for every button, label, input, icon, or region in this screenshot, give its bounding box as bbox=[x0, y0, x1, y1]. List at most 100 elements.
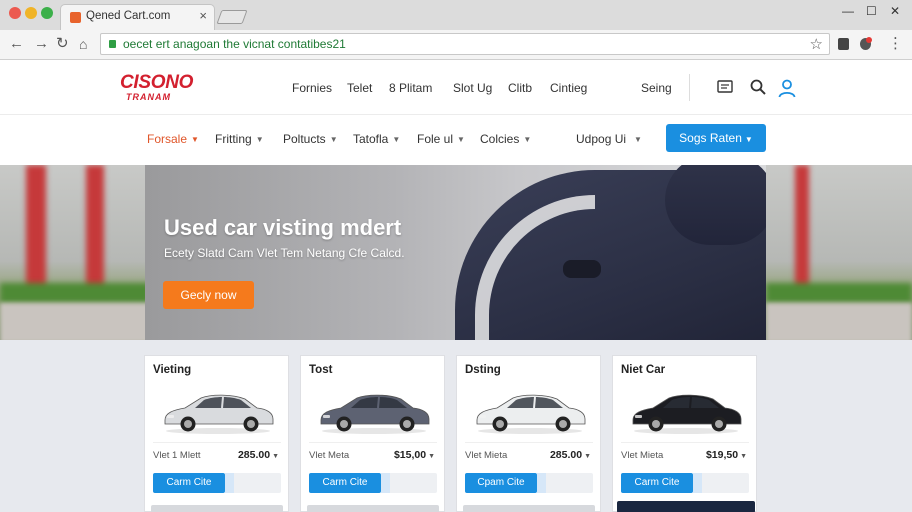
minimize-window-dot[interactable] bbox=[25, 7, 37, 19]
bookmark-star-icon[interactable]: ☆ bbox=[810, 35, 823, 53]
cta-label: Sogs Raten bbox=[679, 131, 742, 145]
listing-button-extension[interactable] bbox=[225, 473, 281, 493]
category-label: Tatofla bbox=[353, 132, 389, 146]
listing-meta: Vlet 1 Mlett bbox=[153, 450, 201, 461]
primary-cta-button[interactable]: Sogs Raten ▼ bbox=[666, 124, 766, 152]
category-item[interactable]: Poltucts ▼ bbox=[283, 132, 338, 146]
car-image bbox=[320, 394, 430, 434]
category-label: Fritting bbox=[215, 132, 252, 146]
seat-headrest bbox=[665, 165, 766, 245]
listing-card[interactable]: Tost Vlet Meta $15,00 ▼ Carm Cite bbox=[300, 355, 445, 512]
category-item[interactable]: Tatofla ▼ bbox=[353, 132, 400, 146]
card-divider bbox=[621, 442, 749, 443]
listing-title: Niet Car bbox=[621, 364, 666, 376]
listing-button-extension[interactable] bbox=[537, 473, 593, 493]
maximize-window-dot[interactable] bbox=[41, 7, 53, 19]
chevron-down-icon: ▼ bbox=[392, 135, 401, 144]
chevron-down-icon: ▼ bbox=[744, 135, 753, 144]
listing-title: Vieting bbox=[153, 364, 192, 376]
next-row-preview bbox=[307, 505, 439, 512]
price-value: $15,00 bbox=[393, 449, 427, 461]
listing-price: 285.00 ▼ bbox=[550, 449, 591, 461]
forward-arrow-icon[interactable]: → bbox=[34, 35, 49, 53]
category-item[interactable]: Fritting ▼ bbox=[215, 132, 264, 146]
new-tab-button[interactable] bbox=[216, 10, 248, 24]
notification-dot-icon bbox=[866, 37, 872, 43]
logo[interactable]: CISONO TRANAM bbox=[120, 72, 220, 102]
top-nav-item[interactable]: Clitb bbox=[508, 81, 532, 95]
next-row-preview bbox=[617, 501, 755, 512]
card-divider bbox=[465, 442, 593, 443]
chevron-down-icon: ▼ bbox=[523, 135, 532, 144]
chevron-down-icon: ▼ bbox=[584, 453, 591, 460]
listing-button[interactable]: Carm Cite bbox=[153, 473, 225, 493]
next-row-preview bbox=[151, 505, 283, 512]
category-label: Colcies bbox=[480, 132, 520, 146]
favicon-icon bbox=[70, 12, 81, 23]
top-nav-item[interactable]: Telet bbox=[347, 81, 372, 95]
minimize-button[interactable]: — bbox=[842, 4, 854, 18]
listing-button[interactable]: Carm Cite bbox=[309, 473, 381, 493]
back-arrow-icon[interactable]: ← bbox=[9, 35, 24, 53]
top-nav-item[interactable]: Slot Ug bbox=[453, 81, 492, 95]
chevron-down-icon: ▼ bbox=[740, 453, 747, 460]
category-nav: Forsale ▼ Fritting ▼ Poltucts ▼ Tatofla ▼ Fo… bbox=[0, 115, 912, 165]
listing-meta: Vlet Mieta bbox=[621, 450, 664, 461]
listing-price: $15,00 ▼ bbox=[394, 449, 435, 461]
listing-button-extension[interactable] bbox=[693, 473, 749, 493]
close-icon[interactable]: × bbox=[199, 8, 207, 23]
hero-title: Used car visting mdert bbox=[164, 215, 402, 240]
listing-button[interactable]: Carm Cite bbox=[621, 473, 693, 493]
top-nav-item[interactable]: Fornies bbox=[292, 81, 332, 95]
category-label: Poltucts bbox=[283, 132, 326, 146]
close-window-dot[interactable] bbox=[9, 7, 21, 19]
logo-wordmark: CISONO bbox=[120, 72, 194, 93]
browser-toolbar: ← → ↻ ⌂ oecet ert anagoan the vicnat con… bbox=[0, 30, 912, 60]
listing-meta: Vlet Mieta bbox=[465, 450, 508, 461]
maximize-button[interactable]: ☐ bbox=[866, 4, 877, 18]
user-icon[interactable] bbox=[777, 78, 797, 98]
close-window-button[interactable]: ✕ bbox=[890, 4, 900, 18]
pillar-decoration bbox=[26, 165, 46, 295]
listing-card[interactable]: Vieting Vlet 1 Mlett 285.00 ▼ Carm Cite bbox=[144, 355, 289, 512]
car-image bbox=[164, 394, 274, 434]
chevron-down-icon: ▼ bbox=[272, 453, 279, 460]
top-nav-item[interactable]: Cintieg bbox=[550, 81, 587, 95]
top-nav-item[interactable]: 8 Plitam bbox=[389, 81, 432, 95]
listing-card[interactable]: Niet Car Vlet Mieta $19,50 ▼ Carm Cite bbox=[612, 355, 757, 512]
listing-button[interactable]: Cpam Cite bbox=[465, 473, 537, 493]
chevron-down-icon: ▼ bbox=[428, 453, 435, 460]
top-nav-item[interactable]: Seing bbox=[641, 81, 672, 95]
pavement-decoration bbox=[0, 303, 150, 340]
hero-cta-button[interactable]: Gecly now bbox=[163, 281, 254, 309]
category-item[interactable]: Colcies ▼ bbox=[480, 132, 531, 146]
reload-icon[interactable]: ↻ bbox=[56, 35, 69, 53]
card-divider bbox=[309, 442, 437, 443]
chevron-down-icon: ▼ bbox=[329, 135, 338, 144]
chevron-down-icon: ▼ bbox=[457, 135, 465, 144]
price-value: $19,50 bbox=[705, 449, 739, 461]
seat-handle bbox=[563, 260, 601, 278]
home-icon[interactable]: ⌂ bbox=[79, 35, 87, 53]
header-divider bbox=[689, 74, 690, 101]
chevron-down-icon: ▼ bbox=[255, 135, 264, 144]
address-bar[interactable]: oecet ert anagoan the vicnat contatibes2… bbox=[100, 33, 830, 55]
browser-tab[interactable]: Qened Cart.com × bbox=[60, 4, 215, 30]
listing-price: $19,50 ▼ bbox=[706, 449, 747, 461]
category-item[interactable]: Fole ul ▼ bbox=[417, 132, 465, 146]
extension-icon[interactable] bbox=[838, 38, 849, 50]
search-icon[interactable] bbox=[749, 78, 767, 96]
menu-icon[interactable]: ⋮ bbox=[888, 35, 903, 53]
category-label: Udpog Ui bbox=[576, 132, 627, 146]
price-value: 285.00 bbox=[549, 449, 583, 461]
category-label: Fole ul bbox=[417, 132, 454, 146]
listing-title: Dsting bbox=[465, 364, 501, 376]
message-icon[interactable] bbox=[716, 78, 734, 96]
category-item-forsale[interactable]: Forsale ▼ bbox=[147, 132, 199, 146]
listing-button-extension[interactable] bbox=[381, 473, 437, 493]
hero-subtitle: Ecety Slatd Cam Vlet Tem Netang Cfe Calc… bbox=[164, 246, 405, 260]
listing-card[interactable]: Dsting Vlet Mieta 285.00 ▼ Cpam Cite bbox=[456, 355, 601, 512]
pillar-decoration bbox=[795, 165, 809, 295]
next-row-preview bbox=[463, 505, 595, 512]
category-item[interactable]: Udpog Ui ▼ bbox=[576, 132, 642, 146]
